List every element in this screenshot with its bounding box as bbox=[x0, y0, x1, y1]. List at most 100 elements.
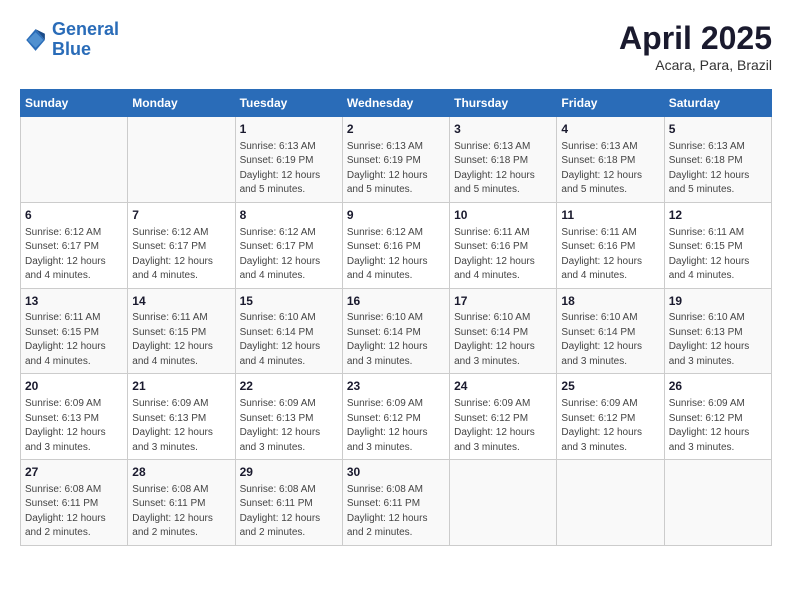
day-info: Sunrise: 6:13 AM Sunset: 6:18 PM Dayligh… bbox=[454, 140, 552, 198]
day-info: Sunrise: 6:13 AM Sunset: 6:18 PM Dayligh… bbox=[561, 140, 659, 198]
day-info: Sunrise: 6:10 AM Sunset: 6:14 PM Dayligh… bbox=[561, 311, 659, 369]
day-info: Sunrise: 6:11 AM Sunset: 6:15 PM Dayligh… bbox=[669, 226, 767, 284]
calendar-week-row: 1 Sunrise: 6:13 AM Sunset: 6:19 PM Daylig… bbox=[21, 117, 772, 203]
calendar-cell bbox=[21, 117, 128, 203]
calendar-cell bbox=[128, 117, 235, 203]
calendar-cell bbox=[557, 460, 664, 546]
calendar-body: 1 Sunrise: 6:13 AM Sunset: 6:19 PM Daylig… bbox=[21, 117, 772, 546]
day-header-tuesday: Tuesday bbox=[235, 90, 342, 117]
day-number: 28 bbox=[132, 464, 230, 481]
day-info: Sunrise: 6:11 AM Sunset: 6:16 PM Dayligh… bbox=[454, 226, 552, 284]
day-info: Sunrise: 6:09 AM Sunset: 6:13 PM Dayligh… bbox=[240, 397, 338, 455]
day-number: 24 bbox=[454, 378, 552, 395]
day-number: 11 bbox=[561, 207, 659, 224]
calendar-cell: 17Sunrise: 6:10 AM Sunset: 6:14 PM Dayli… bbox=[450, 288, 557, 374]
calendar-cell: 4 Sunrise: 6:13 AM Sunset: 6:18 PM Daylig… bbox=[557, 117, 664, 203]
day-number: 25 bbox=[561, 378, 659, 395]
calendar-cell: 1 Sunrise: 6:13 AM Sunset: 6:19 PM Daylig… bbox=[235, 117, 342, 203]
day-info: Sunrise: 6:12 AM Sunset: 6:17 PM Dayligh… bbox=[132, 226, 230, 284]
day-number: 20 bbox=[25, 378, 123, 395]
calendar-cell: 18Sunrise: 6:10 AM Sunset: 6:14 PM Dayli… bbox=[557, 288, 664, 374]
day-number: 13 bbox=[25, 293, 123, 310]
calendar-cell: 12 Sunrise: 6:11 AM Sunset: 6:15 PM Dayli… bbox=[664, 202, 771, 288]
day-header-wednesday: Wednesday bbox=[342, 90, 449, 117]
day-number: 5 bbox=[669, 121, 767, 138]
day-info: Sunrise: 6:10 AM Sunset: 6:14 PM Dayligh… bbox=[347, 311, 445, 369]
day-info: Sunrise: 6:11 AM Sunset: 6:16 PM Dayligh… bbox=[561, 226, 659, 284]
day-number: 9 bbox=[347, 207, 445, 224]
day-info: Sunrise: 6:09 AM Sunset: 6:12 PM Dayligh… bbox=[347, 397, 445, 455]
day-header-saturday: Saturday bbox=[664, 90, 771, 117]
day-number: 27 bbox=[25, 464, 123, 481]
day-info: Sunrise: 6:12 AM Sunset: 6:17 PM Dayligh… bbox=[240, 226, 338, 284]
logo-name: GeneralBlue bbox=[52, 20, 119, 60]
day-number: 12 bbox=[669, 207, 767, 224]
calendar-cell: 2 Sunrise: 6:13 AM Sunset: 6:19 PM Daylig… bbox=[342, 117, 449, 203]
day-info: Sunrise: 6:10 AM Sunset: 6:13 PM Dayligh… bbox=[669, 311, 767, 369]
calendar-week-row: 6 Sunrise: 6:12 AM Sunset: 6:17 PM Daylig… bbox=[21, 202, 772, 288]
month-title: April 2025 bbox=[619, 20, 772, 57]
day-info: Sunrise: 6:09 AM Sunset: 6:13 PM Dayligh… bbox=[25, 397, 123, 455]
calendar-cell: 11 Sunrise: 6:11 AM Sunset: 6:16 PM Dayli… bbox=[557, 202, 664, 288]
day-info: Sunrise: 6:10 AM Sunset: 6:14 PM Dayligh… bbox=[454, 311, 552, 369]
calendar-cell: 25 Sunrise: 6:09 AM Sunset: 6:12 PM Dayli… bbox=[557, 374, 664, 460]
calendar-cell: 14Sunrise: 6:11 AM Sunset: 6:15 PM Dayli… bbox=[128, 288, 235, 374]
calendar-cell: 29 Sunrise: 6:08 AM Sunset: 6:11 PM Dayli… bbox=[235, 460, 342, 546]
day-number: 8 bbox=[240, 207, 338, 224]
day-header-thursday: Thursday bbox=[450, 90, 557, 117]
day-number: 30 bbox=[347, 464, 445, 481]
title-block: April 2025 Acara, Para, Brazil bbox=[619, 20, 772, 73]
calendar-week-row: 27 Sunrise: 6:08 AM Sunset: 6:11 PM Dayli… bbox=[21, 460, 772, 546]
day-info: Sunrise: 6:13 AM Sunset: 6:19 PM Dayligh… bbox=[240, 140, 338, 198]
day-number: 29 bbox=[240, 464, 338, 481]
day-header-monday: Monday bbox=[128, 90, 235, 117]
day-number: 7 bbox=[132, 207, 230, 224]
day-number: 1 bbox=[240, 121, 338, 138]
calendar-cell: 23 Sunrise: 6:09 AM Sunset: 6:12 PM Dayli… bbox=[342, 374, 449, 460]
day-header-friday: Friday bbox=[557, 90, 664, 117]
day-info: Sunrise: 6:11 AM Sunset: 6:15 PM Dayligh… bbox=[25, 311, 123, 369]
calendar-cell: 6 Sunrise: 6:12 AM Sunset: 6:17 PM Daylig… bbox=[21, 202, 128, 288]
day-info: Sunrise: 6:08 AM Sunset: 6:11 PM Dayligh… bbox=[240, 483, 338, 541]
day-info: Sunrise: 6:08 AM Sunset: 6:11 PM Dayligh… bbox=[25, 483, 123, 541]
calendar-table: SundayMondayTuesdayWednesdayThursdayFrid… bbox=[20, 89, 772, 546]
day-number: 2 bbox=[347, 121, 445, 138]
day-info: Sunrise: 6:11 AM Sunset: 6:15 PM Dayligh… bbox=[132, 311, 230, 369]
logo: GeneralBlue bbox=[20, 20, 119, 60]
calendar-cell bbox=[664, 460, 771, 546]
day-info: Sunrise: 6:12 AM Sunset: 6:16 PM Dayligh… bbox=[347, 226, 445, 284]
day-info: Sunrise: 6:13 AM Sunset: 6:19 PM Dayligh… bbox=[347, 140, 445, 198]
calendar-header-row: SundayMondayTuesdayWednesdayThursdayFrid… bbox=[21, 90, 772, 117]
day-number: 19 bbox=[669, 293, 767, 310]
calendar-week-row: 13Sunrise: 6:11 AM Sunset: 6:15 PM Dayli… bbox=[21, 288, 772, 374]
calendar-week-row: 20 Sunrise: 6:09 AM Sunset: 6:13 PM Dayli… bbox=[21, 374, 772, 460]
calendar-cell: 7 Sunrise: 6:12 AM Sunset: 6:17 PM Daylig… bbox=[128, 202, 235, 288]
day-number: 4 bbox=[561, 121, 659, 138]
day-info: Sunrise: 6:09 AM Sunset: 6:12 PM Dayligh… bbox=[454, 397, 552, 455]
day-info: Sunrise: 6:12 AM Sunset: 6:17 PM Dayligh… bbox=[25, 226, 123, 284]
day-number: 3 bbox=[454, 121, 552, 138]
calendar-cell: 15Sunrise: 6:10 AM Sunset: 6:14 PM Dayli… bbox=[235, 288, 342, 374]
day-number: 23 bbox=[347, 378, 445, 395]
day-info: Sunrise: 6:09 AM Sunset: 6:12 PM Dayligh… bbox=[561, 397, 659, 455]
calendar-cell: 19Sunrise: 6:10 AM Sunset: 6:13 PM Dayli… bbox=[664, 288, 771, 374]
location-subtitle: Acara, Para, Brazil bbox=[619, 57, 772, 73]
day-info: Sunrise: 6:10 AM Sunset: 6:14 PM Dayligh… bbox=[240, 311, 338, 369]
calendar-cell: 16Sunrise: 6:10 AM Sunset: 6:14 PM Dayli… bbox=[342, 288, 449, 374]
calendar-cell: 5 Sunrise: 6:13 AM Sunset: 6:18 PM Daylig… bbox=[664, 117, 771, 203]
day-number: 6 bbox=[25, 207, 123, 224]
calendar-cell: 3 Sunrise: 6:13 AM Sunset: 6:18 PM Daylig… bbox=[450, 117, 557, 203]
calendar-cell: 30Sunrise: 6:08 AM Sunset: 6:11 PM Dayli… bbox=[342, 460, 449, 546]
calendar-cell: 26Sunrise: 6:09 AM Sunset: 6:12 PM Dayli… bbox=[664, 374, 771, 460]
day-number: 10 bbox=[454, 207, 552, 224]
calendar-cell: 28 Sunrise: 6:08 AM Sunset: 6:11 PM Dayli… bbox=[128, 460, 235, 546]
day-header-sunday: Sunday bbox=[21, 90, 128, 117]
day-info: Sunrise: 6:13 AM Sunset: 6:18 PM Dayligh… bbox=[669, 140, 767, 198]
day-number: 18 bbox=[561, 293, 659, 310]
day-number: 17 bbox=[454, 293, 552, 310]
day-info: Sunrise: 6:08 AM Sunset: 6:11 PM Dayligh… bbox=[132, 483, 230, 541]
calendar-cell: 8 Sunrise: 6:12 AM Sunset: 6:17 PM Daylig… bbox=[235, 202, 342, 288]
day-info: Sunrise: 6:09 AM Sunset: 6:13 PM Dayligh… bbox=[132, 397, 230, 455]
calendar-cell bbox=[450, 460, 557, 546]
logo-icon bbox=[20, 26, 48, 54]
